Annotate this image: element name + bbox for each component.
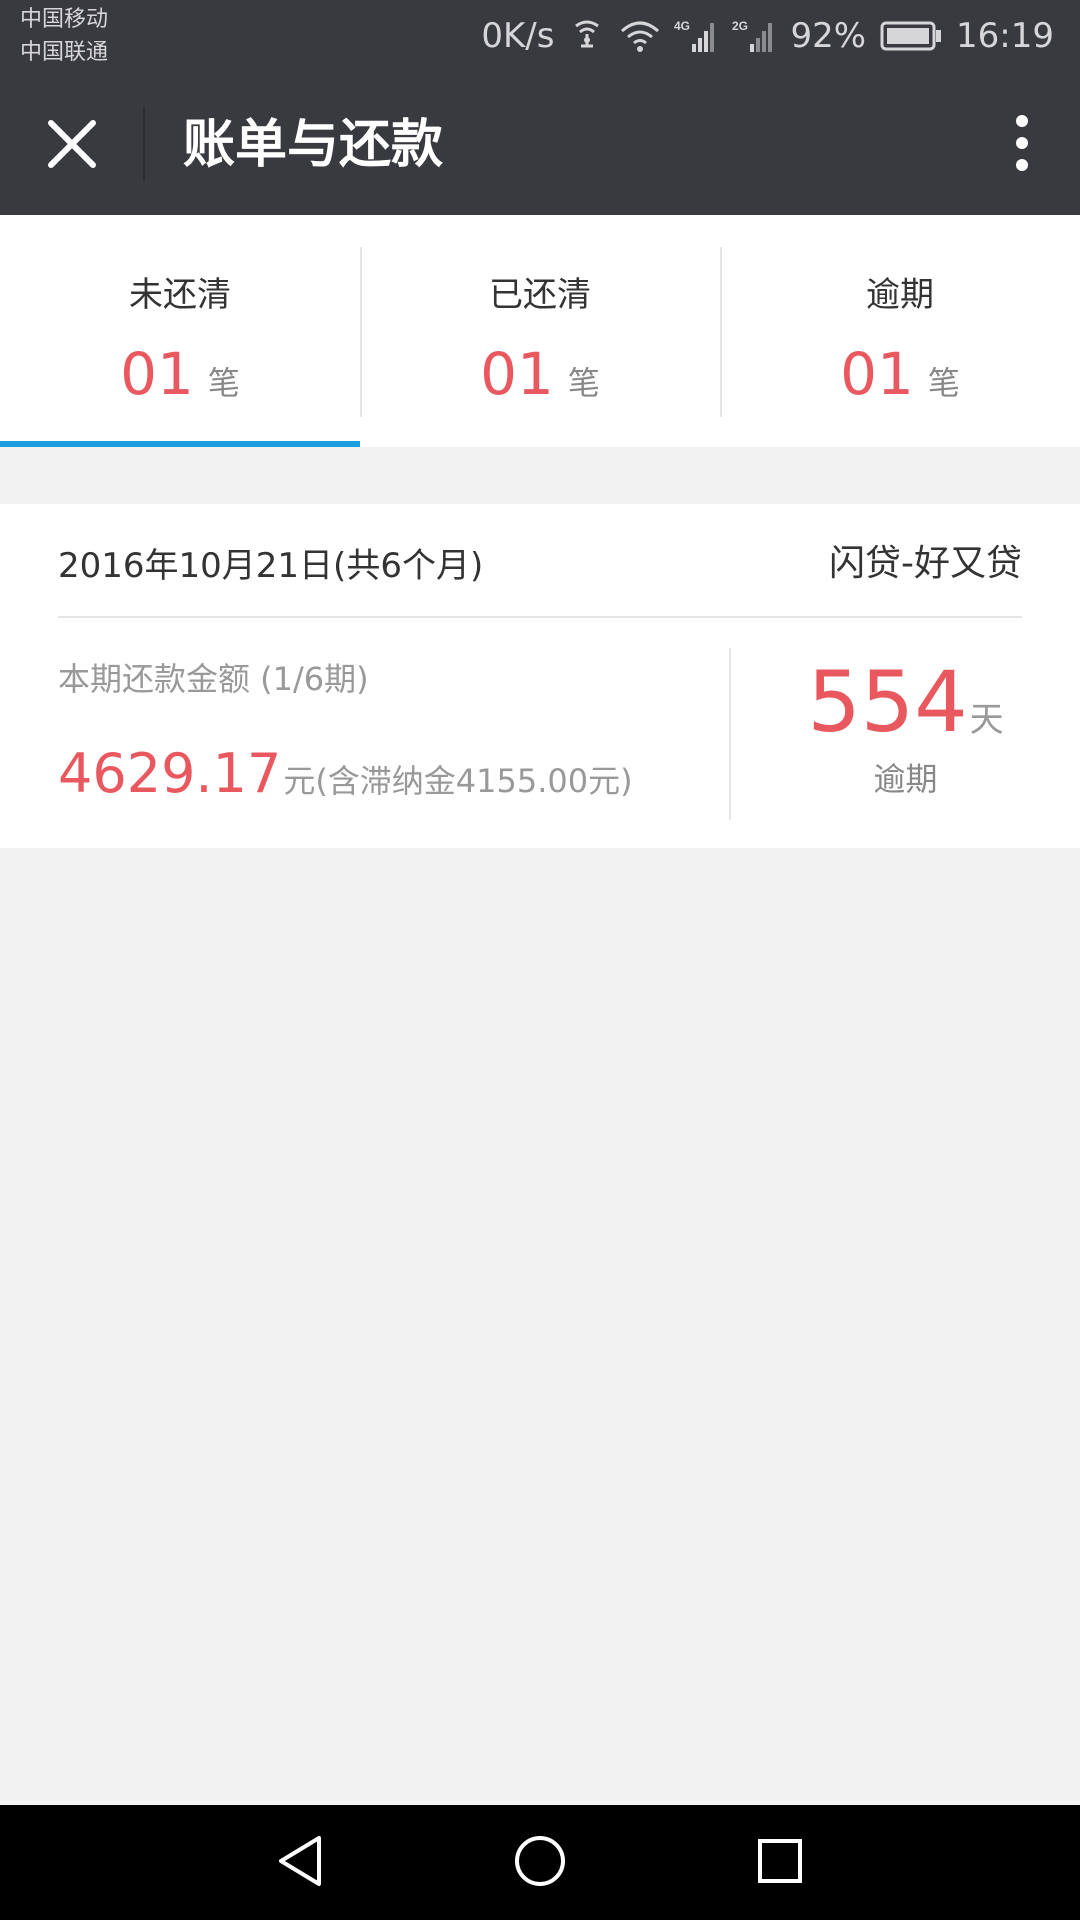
nfc-icon xyxy=(568,18,606,54)
net-speed: 0K/s xyxy=(481,16,555,56)
close-icon xyxy=(47,119,97,173)
tab-unit: 笔 xyxy=(567,364,600,402)
more-button[interactable] xyxy=(994,105,1050,185)
tab-unit: 笔 xyxy=(207,364,240,402)
tab-count-row: 01 笔 xyxy=(720,340,1080,408)
tab-overdue[interactable]: 逾期 01 笔 xyxy=(720,215,1080,447)
bill-card[interactable]: 2016年10月21日(共6个月) 闪贷-好又贷 本期还款金额 (1/6期) 4… xyxy=(0,504,1080,848)
svg-text:4G: 4G xyxy=(674,19,690,33)
loan-product: 闪贷-好又贷 xyxy=(829,543,1022,584)
status-indicators: 0K/s 4G 2G 92% 16:19 xyxy=(481,10,1054,62)
amount-note: 元(含滞纳金4155.00元) xyxy=(283,762,633,800)
tab-unit: 笔 xyxy=(927,364,960,402)
signal-4g-icon: 4G xyxy=(674,18,718,54)
overdue-label: 逾期 xyxy=(873,760,938,798)
bill-status-tabs: 未还清 01 笔 已还清 01 笔 逾期 01 笔 xyxy=(0,215,1080,447)
carrier-1: 中国移动 xyxy=(20,7,109,32)
back-triangle-icon xyxy=(275,1834,325,1892)
card-divider xyxy=(58,616,1022,618)
tab-count: 01 xyxy=(120,340,194,408)
title-bar: 账单与还款 xyxy=(0,75,1080,215)
tab-unpaid[interactable]: 未还清 01 笔 xyxy=(0,215,360,447)
title-divider xyxy=(143,107,145,181)
home-button[interactable] xyxy=(512,1835,568,1891)
overdue-row: 554 天 xyxy=(731,654,1080,750)
system-nav-bar xyxy=(0,1805,1080,1920)
battery-icon xyxy=(880,21,942,51)
signal-2g-icon: 2G xyxy=(732,18,776,54)
home-circle-icon xyxy=(513,1834,567,1892)
amount-value: 4629.17 xyxy=(58,742,282,805)
tab-count-row: 01 笔 xyxy=(360,340,720,408)
back-button[interactable] xyxy=(272,1835,328,1891)
tab-label: 逾期 xyxy=(866,275,934,315)
overdue-unit: 天 xyxy=(969,700,1004,740)
tab-count: 01 xyxy=(840,340,914,408)
recents-button[interactable] xyxy=(752,1835,808,1891)
recent-square-icon xyxy=(756,1837,804,1889)
status-bar: 中国移动 中国联通 0K/s 4G 2G 92% 16:19 xyxy=(0,0,1080,75)
tab-label: 已还清 xyxy=(489,275,591,315)
overdue-days: 554 xyxy=(807,653,968,751)
wifi-icon xyxy=(620,19,660,53)
more-vertical-icon xyxy=(1015,114,1029,176)
tab-label: 未还清 xyxy=(129,275,231,315)
tab-count-row: 01 笔 xyxy=(0,340,360,408)
battery-percent: 92% xyxy=(790,16,867,56)
amount-row: 4629.17 元(含滞纳金4155.00元) xyxy=(58,742,633,805)
amount-label: 本期还款金额 (1/6期) xyxy=(58,660,369,698)
page-title: 账单与还款 xyxy=(183,115,444,175)
overdue-block: 554 天 逾期 xyxy=(731,654,1080,800)
clock: 16:19 xyxy=(956,16,1054,56)
tab-count: 01 xyxy=(480,340,554,408)
svg-text:2G: 2G xyxy=(732,19,748,33)
active-tab-indicator xyxy=(0,441,360,447)
close-button[interactable] xyxy=(36,110,108,182)
carrier-2: 中国联通 xyxy=(20,40,109,65)
bill-date: 2016年10月21日(共6个月) xyxy=(58,546,484,586)
tab-paid[interactable]: 已还清 01 笔 xyxy=(360,215,720,447)
